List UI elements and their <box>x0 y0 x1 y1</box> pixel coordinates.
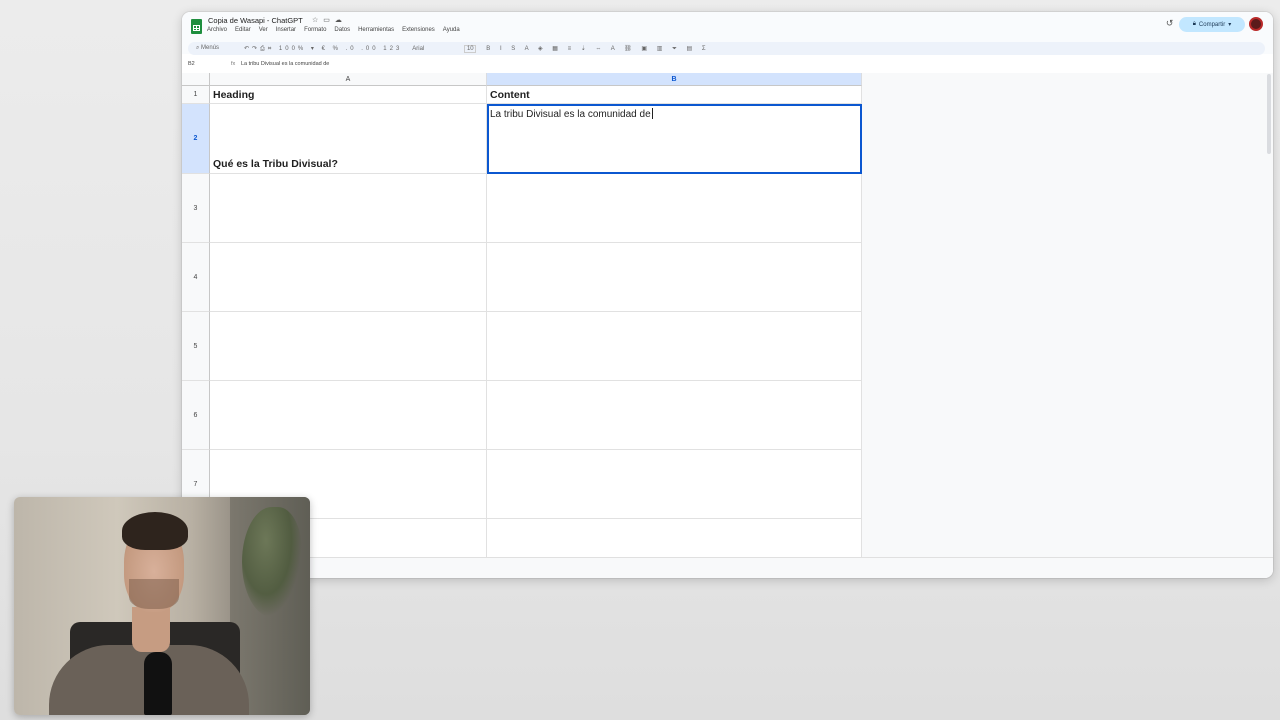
search-menus[interactable]: ⌕ Menús <box>196 45 236 52</box>
person-beard <box>129 579 179 609</box>
cell-a6[interactable] <box>210 381 487 450</box>
share-label: Compartir <box>1198 21 1226 28</box>
cell-b8[interactable] <box>487 519 862 558</box>
cell-a4[interactable] <box>210 243 487 312</box>
cell-b4[interactable] <box>487 243 862 312</box>
spreadsheet-window: Copia de Wasapi - ChatGPT ☆▭☁ Archivo Ed… <box>182 12 1273 578</box>
toolbar: ⌕ Menús ↶↷⎙⌗ 100% ▾ € % .0 .00 123 Arial… <box>188 42 1265 55</box>
cell-a1[interactable]: Heading <box>210 86 487 104</box>
microphone <box>144 652 172 715</box>
cell-a3[interactable] <box>210 174 487 243</box>
column-header-b[interactable]: B <box>487 73 862 86</box>
fx-icon: fx <box>231 61 236 67</box>
person-neck <box>132 607 170 652</box>
cell-a5[interactable] <box>210 312 487 381</box>
cell-b3[interactable] <box>487 174 862 243</box>
move-folder-icon[interactable]: ▭ <box>323 17 335 24</box>
chevron-down-icon[interactable]: ▾ <box>1228 21 1231 28</box>
cell-b5[interactable] <box>487 312 862 381</box>
cell-b7[interactable] <box>487 450 862 519</box>
formula-bar: B2 fx La tribu Divisual es la comunidad … <box>182 59 1273 71</box>
menu-archivo[interactable]: Archivo <box>207 27 227 33</box>
column-header-a[interactable]: A <box>210 73 487 86</box>
cell-b6[interactable] <box>487 381 862 450</box>
avatar[interactable] <box>1249 17 1263 31</box>
star-icon[interactable]: ☆ <box>312 17 323 24</box>
cell-b1[interactable]: Content <box>487 86 862 104</box>
sheet-grid: A B 1 2 3 4 5 6 7 Heading Content Qué es… <box>182 73 862 558</box>
menu-insertar[interactable]: Insertar <box>276 27 296 33</box>
row-header-1[interactable]: 1 <box>182 86 210 104</box>
cell-b2-text: La tribu Divisual es la comunidad de <box>490 109 651 120</box>
menu-herramientas[interactable]: Herramientas <box>358 27 394 33</box>
title-actions: ☆▭☁ <box>312 16 347 24</box>
row-header-4[interactable]: 4 <box>182 243 210 312</box>
menu-extensiones[interactable]: Extensiones <box>402 27 435 33</box>
text-caret <box>651 108 653 119</box>
row-header-3[interactable]: 3 <box>182 174 210 243</box>
font-size-input[interactable]: 10 <box>464 44 477 53</box>
sheets-logo-icon[interactable] <box>191 19 202 34</box>
format-tools[interactable]: B I S A ◈ ▦ ≡ ⇣ ⇔ A ⛓ ▣ ▥ ⏷ ▤ Σ <box>486 45 709 53</box>
vertical-scrollbar[interactable] <box>1267 74 1271 154</box>
lock-icon: 🔒︎ <box>1192 21 1196 27</box>
menu-datos[interactable]: Datos <box>334 27 350 33</box>
formula-input[interactable]: La tribu Divisual es la comunidad de <box>241 61 329 67</box>
webcam-overlay <box>14 497 310 715</box>
history-icon[interactable]: ↺ <box>1166 18 1174 29</box>
share-button[interactable]: 🔒︎ Compartir ▾ <box>1179 17 1245 32</box>
select-all-corner[interactable] <box>182 73 210 86</box>
sheet-tabs-bar <box>182 557 1273 578</box>
empty-sheet-area <box>862 73 1273 558</box>
name-box[interactable]: B2 <box>188 61 195 67</box>
person-hair <box>122 512 188 550</box>
search-menus-label: Menús <box>201 45 220 51</box>
undo-redo-print-tools[interactable]: ↶↷⎙⌗ 100% ▾ € % .0 .00 123 <box>244 45 402 53</box>
row-header-5[interactable]: 5 <box>182 312 210 381</box>
menu-ayuda[interactable]: Ayuda <box>443 27 460 33</box>
menu-bar: Archivo Editar Ver Insertar Formato Dato… <box>207 27 460 33</box>
font-select[interactable]: Arial <box>412 46 450 52</box>
active-cell-editor[interactable]: La tribu Divisual es la comunidad de <box>487 104 862 174</box>
row-header-2[interactable]: 2 <box>182 104 210 174</box>
cell-a2[interactable]: Qué es la Tribu Divisual? <box>210 104 487 174</box>
menu-ver[interactable]: Ver <box>259 27 268 33</box>
row-header-6[interactable]: 6 <box>182 381 210 450</box>
menu-formato[interactable]: Formato <box>304 27 326 33</box>
cloud-status-icon[interactable]: ☁ <box>335 17 347 24</box>
plant <box>242 507 302 617</box>
document-title[interactable]: Copia de Wasapi - ChatGPT <box>208 16 303 25</box>
menu-editar[interactable]: Editar <box>235 27 251 33</box>
